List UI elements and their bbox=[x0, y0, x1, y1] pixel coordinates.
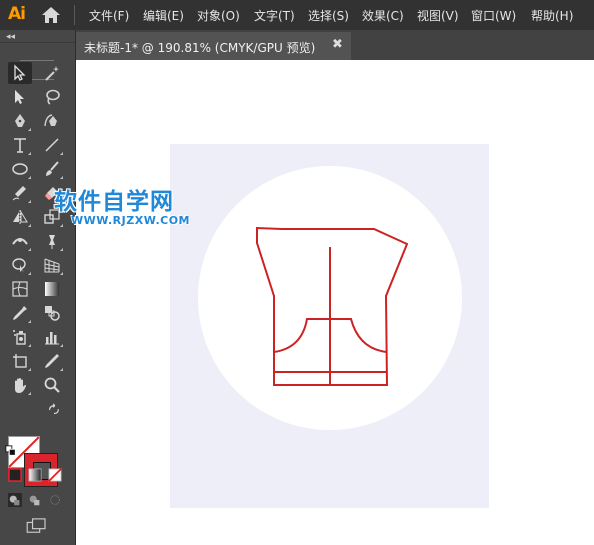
app-logo: Ai bbox=[8, 4, 26, 24]
paintbrush-tool-icon[interactable] bbox=[40, 158, 64, 180]
reflect-tool-icon[interactable] bbox=[8, 206, 32, 228]
menu-help[interactable]: 帮助(H) bbox=[531, 7, 573, 24]
tools-panel: ◂◂ bbox=[0, 30, 76, 545]
document-tab-strip: 未标题-1* @ 190.81% (CMYK/GPU 预览) ✖ bbox=[0, 30, 594, 60]
magic-wand-tool-icon[interactable] bbox=[40, 62, 64, 84]
perspective-grid-tool-icon[interactable] bbox=[40, 254, 64, 276]
draw-inside-icon[interactable] bbox=[47, 492, 63, 508]
column-graph-tool-icon[interactable] bbox=[40, 326, 64, 348]
pen-tool-icon[interactable] bbox=[8, 110, 32, 132]
none-mode-icon[interactable] bbox=[47, 467, 63, 483]
color-mode-icon[interactable] bbox=[7, 467, 23, 483]
line-segment-tool-icon[interactable] bbox=[40, 134, 64, 156]
direct-selection-tool-icon[interactable] bbox=[8, 86, 32, 108]
panel-divider bbox=[0, 42, 75, 43]
hand-tool-icon[interactable] bbox=[8, 374, 32, 396]
collapse-panel-icon[interactable]: ◂◂ bbox=[6, 32, 15, 42]
default-fill-stroke-icon[interactable] bbox=[4, 444, 18, 458]
selection-tool-icon[interactable] bbox=[8, 62, 32, 84]
menu-separator bbox=[74, 5, 75, 25]
screen-mode-icon[interactable] bbox=[25, 517, 49, 535]
type-tool-icon[interactable] bbox=[8, 134, 32, 156]
menu-object[interactable]: 对象(O) bbox=[197, 7, 240, 24]
home-icon[interactable] bbox=[40, 6, 62, 24]
vest-outline bbox=[256, 226, 409, 386]
watermark-url: WWW.RJZXW.COM bbox=[71, 214, 190, 227]
document-tab-title: 未标题-1* @ 190.81% (CMYK/GPU 预览) bbox=[84, 41, 316, 55]
symbol-sprayer-tool-icon[interactable] bbox=[8, 326, 32, 348]
menu-type[interactable]: 文字(T) bbox=[254, 7, 295, 24]
canvas-area[interactable] bbox=[76, 60, 594, 545]
eyedropper-tool-icon[interactable] bbox=[8, 302, 32, 324]
panel-grip[interactable] bbox=[20, 47, 54, 80]
slice-tool-icon[interactable] bbox=[40, 350, 64, 372]
zoom-tool-icon[interactable] bbox=[40, 374, 64, 396]
shape-builder-tool-icon[interactable] bbox=[8, 254, 32, 276]
watermark: 软件自学网 WWW.RJZXW.COM bbox=[54, 182, 190, 227]
menu-view[interactable]: 视图(V) bbox=[417, 7, 459, 24]
swap-fill-stroke-icon[interactable] bbox=[46, 402, 62, 418]
draw-normal-icon[interactable] bbox=[7, 492, 23, 508]
menu-effect[interactable]: 效果(C) bbox=[362, 7, 404, 24]
draw-behind-icon[interactable] bbox=[27, 492, 43, 508]
menu-edit[interactable]: 编辑(E) bbox=[143, 7, 184, 24]
gradient-mode-icon[interactable] bbox=[27, 467, 43, 483]
menu-file[interactable]: 文件(F) bbox=[89, 7, 129, 24]
gradient-tool-icon[interactable] bbox=[40, 278, 64, 300]
menu-select[interactable]: 选择(S) bbox=[308, 7, 349, 24]
artboard-tool-icon[interactable] bbox=[8, 350, 32, 372]
menu-window[interactable]: 窗口(W) bbox=[471, 7, 516, 24]
ellipse-tool-icon[interactable] bbox=[8, 158, 32, 180]
document-tab[interactable]: 未标题-1* @ 190.81% (CMYK/GPU 预览) ✖ bbox=[76, 32, 351, 60]
shaper-tool-icon[interactable] bbox=[8, 182, 32, 204]
curvature-tool-icon[interactable] bbox=[40, 110, 64, 132]
close-icon[interactable]: ✖ bbox=[332, 37, 343, 52]
puppet-warp-tool-icon[interactable] bbox=[40, 230, 64, 252]
watermark-title: 软件自学网 bbox=[54, 189, 174, 215]
mesh-tool-icon[interactable] bbox=[8, 278, 32, 300]
vest-drawing[interactable] bbox=[76, 60, 594, 545]
menu-bar: Ai 文件(F) 编辑(E) 对象(O) 文字(T) 选择(S) 效果(C) 视… bbox=[0, 0, 594, 30]
width-tool-icon[interactable] bbox=[8, 230, 32, 252]
lasso-tool-icon[interactable] bbox=[40, 86, 64, 108]
blend-tool-icon[interactable] bbox=[40, 302, 64, 324]
